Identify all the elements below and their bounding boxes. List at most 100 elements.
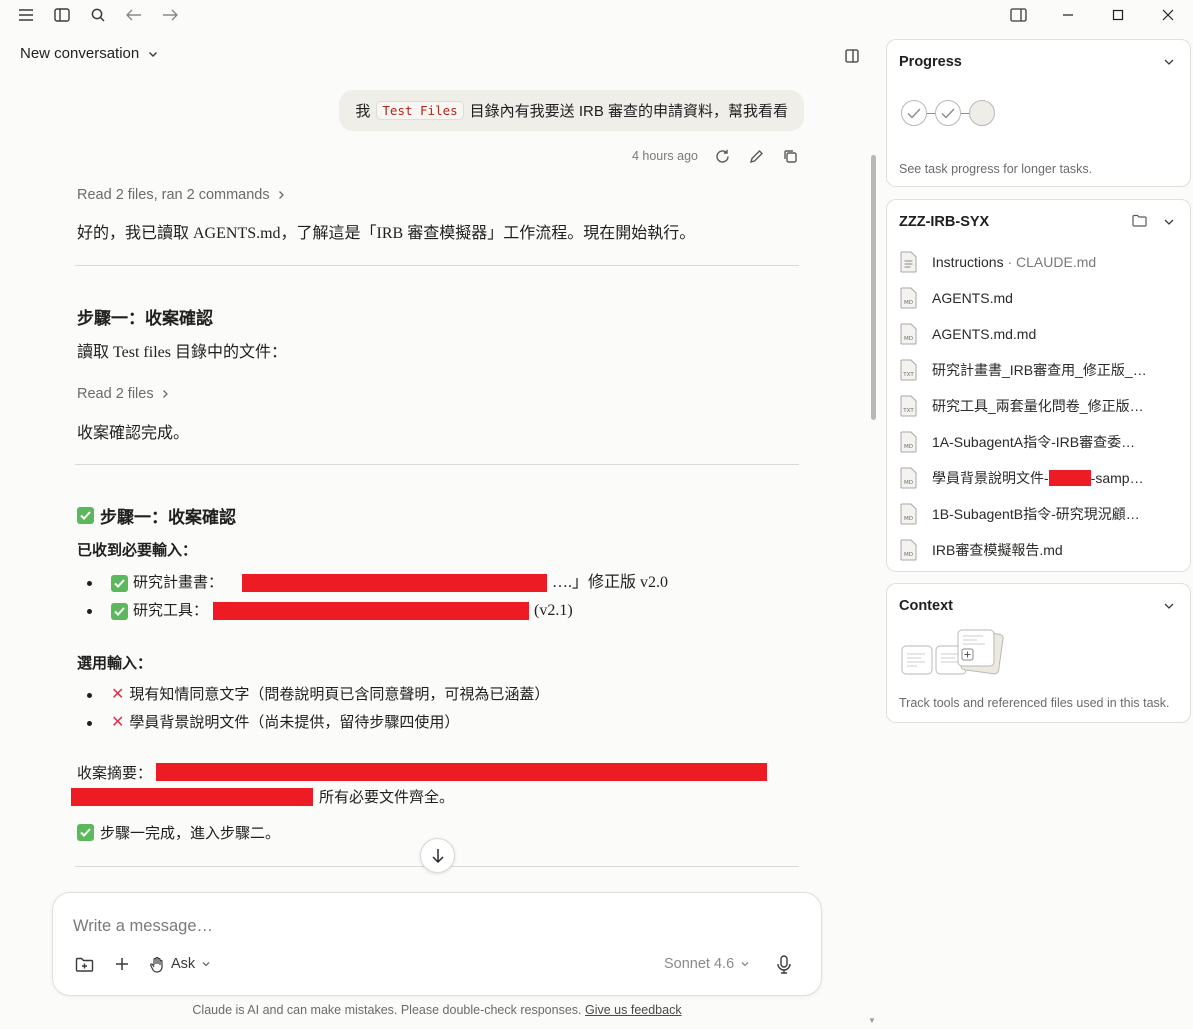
inline-code: Test Files [376,101,464,120]
step-heading-text: 步驟一：收案確認 [100,508,236,527]
file-item[interactable]: TXT 研究計畫書_IRB審查用_修正版_… [899,352,1184,388]
file-item[interactable]: Instructions · CLAUDE.md [899,244,1184,280]
file-item[interactable]: MD 1A-SubagentA指令-IRB審查委… [899,424,1184,460]
list-item-label: 現有知情同意文字（問卷說明頁已含同意聲明，可視為已涵蓋） [129,686,550,703]
add-folder-icon[interactable] [73,953,95,975]
svg-text:TXT: TXT [902,372,914,378]
file-item[interactable]: MD AGENTS.md.md [899,316,1184,352]
microphone-icon[interactable] [773,953,795,975]
chat-scroll-area[interactable]: 我 Test Files 目錄內有我要送 IRB 審查的申請資料，幫我看看 4 … [0,70,866,890]
user-message-suffix: 目錄內有我要送 IRB 審查的申請資料，幫我看看 [469,103,788,120]
message-timestamp: 4 hours ago [631,149,698,163]
file-name: 1A-SubagentA指令-IRB審查委… [932,434,1136,450]
scrollbar-thumb[interactable] [871,155,876,420]
context-panel: Context Track tools and referenced files… [886,583,1191,723]
forward-arrow-icon[interactable] [158,4,182,26]
file-item[interactable]: MD IRB審查模擬報告.md [899,532,1184,568]
file-name: AGENTS.md.md [932,326,1037,342]
summary-line: 收案摘要： [77,762,799,783]
section-divider [75,265,799,266]
copy-icon[interactable] [780,146,800,166]
list-item: ✕ 現有知情同意文字（問卷說明頁已含同意聲明，可視為已涵蓋） [77,681,799,709]
model-label: Sonnet 4.6 [664,956,735,972]
menu-icon[interactable] [14,4,38,26]
tool-summary-expander[interactable]: Read 2 files [77,386,799,402]
file-name: 研究工具_兩套量化問卷_修正版… [932,398,1144,414]
md-file-icon: MD [900,539,917,561]
md-file-icon: MD [900,323,917,345]
summary-line-2: 所有必要文件齊全。 [71,786,454,807]
conversation-title: New conversation [20,45,140,62]
list-item: 研究計畫書： ….」修正版 v2.0 [77,569,799,597]
file-item[interactable]: TXT 研究工具_兩套量化問卷_修正版… [899,388,1184,424]
user-message-prefix: 我 [355,103,371,120]
svg-text:MD: MD [904,516,913,522]
svg-text:MD: MD [904,300,913,306]
scroll-down-arrow-icon[interactable]: ▼ [868,1016,876,1025]
tool-summary-label: Read 2 files, ran 2 commands [77,187,270,203]
retry-icon[interactable] [712,146,732,166]
maximize-icon[interactable] [1093,0,1143,30]
file-name: 1B-SubagentB指令-研究現況顧… [932,506,1140,522]
step-connector [961,112,969,114]
sidebar-toggle-icon[interactable] [50,4,74,26]
feedback-link[interactable]: Give us feedback [585,1003,682,1017]
panel-title: ZZZ-IRB-SYX [899,214,990,230]
panel-toggle-icon[interactable] [843,47,861,65]
file-name: AGENTS.md [932,290,1013,306]
redaction-bar [1048,470,1091,486]
model-selector[interactable]: Sonnet 4.6 [664,956,750,972]
list-item-label: 研究工具： [133,602,209,619]
progress-steps [901,100,995,126]
message-actions: 4 hours ago [632,146,800,166]
file-item[interactable]: MD AGENTS.md [899,280,1184,316]
folder-icon[interactable] [1132,214,1148,230]
conversation-title-dropdown[interactable]: New conversation [20,45,159,62]
edit-icon[interactable] [746,146,766,166]
back-arrow-icon[interactable] [122,4,146,26]
chevron-down-icon[interactable] [1162,215,1176,229]
redaction-bar [71,787,313,806]
section-divider [75,464,799,465]
file-item[interactable]: MD 1B-SubagentB指令-研究現況顧… [899,496,1184,532]
svg-text:MD: MD [904,480,913,486]
tool-summary-label: Read 2 files [77,386,154,402]
check-mark-icon [77,824,94,841]
ask-mode-dropdown[interactable]: Ask [149,956,211,973]
chevron-right-icon [276,190,286,200]
close-icon[interactable] [1143,0,1193,30]
file-item[interactable]: MD 學員背景說明文件- -samp… [899,460,1184,496]
chevron-down-icon[interactable] [1162,55,1176,69]
document-icon [900,251,917,273]
svg-text:MD: MD [904,552,913,558]
plus-icon[interactable] [111,953,133,975]
side-panel-icon[interactable] [993,0,1043,30]
md-file-icon: MD [900,287,917,309]
scroll-to-bottom-button[interactable] [420,838,455,873]
txt-file-icon: TXT [900,359,917,381]
file-name-tail: -samp… [1090,470,1144,486]
minimize-icon[interactable] [1043,0,1093,30]
step-text: 讀取 Test files 目錄中的文件： [77,344,287,361]
redaction-bar [156,763,768,781]
message-input[interactable] [73,913,793,939]
progress-panel: Progress See task progress for longer ta… [886,39,1191,187]
txt-file-icon: TXT [900,395,917,417]
tool-summary-expander[interactable]: Read 2 files, ran 2 commands [77,187,799,203]
list-item-tail: (v2.1) [534,602,573,619]
file-subtitle: · CLAUDE.md [1003,254,1097,270]
files-panel: ZZZ-IRB-SYX Instructions · CLAUDE.md MD … [886,199,1191,572]
list-item-label: 研究計畫書： [133,574,224,591]
list-item-tail: ….」修正版 v2.0 [552,574,669,591]
check-mark-icon [77,507,94,524]
search-icon[interactable] [86,4,110,26]
check-mark-icon [111,602,128,620]
cross-mark-icon: ✕ [111,686,125,703]
md-file-icon: MD [900,467,917,489]
chevron-down-icon[interactable] [1162,599,1176,613]
file-name: Instructions [932,254,1004,270]
file-list: Instructions · CLAUDE.md MD AGENTS.md MD… [899,244,1184,568]
step-pending-icon [969,100,995,126]
step-heading-text: 步驟一：收案確認 [77,309,213,328]
panel-title: Progress [899,54,962,70]
